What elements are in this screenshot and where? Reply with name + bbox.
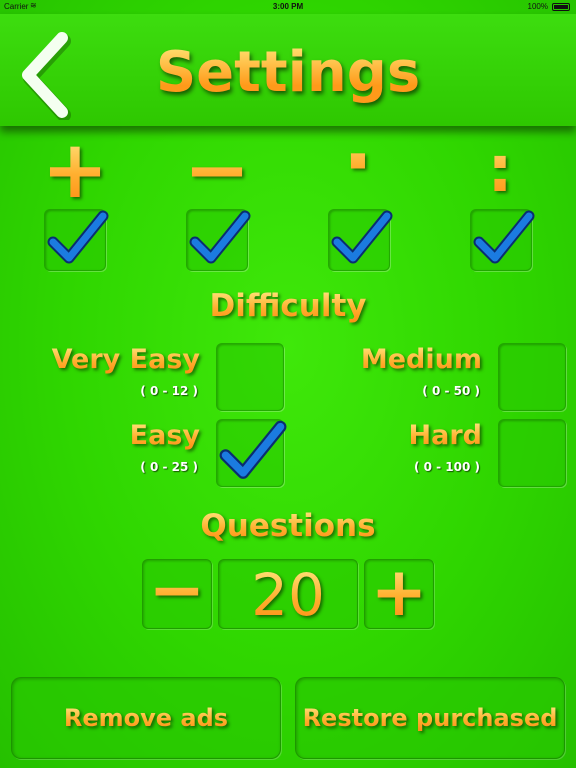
subtraction-checkbox[interactable] — [186, 209, 251, 271]
easy-checkbox[interactable] — [216, 419, 287, 487]
difficulty-easy-range: ( 0 - 25 ) — [140, 460, 198, 474]
checkmark-icon — [331, 210, 393, 264]
checkmark-icon — [189, 210, 251, 264]
multiply-symbol: · — [318, 122, 398, 202]
restore-purchased-button[interactable]: Restore purchased — [295, 677, 565, 759]
difficulty-easy-label: Easy — [60, 420, 200, 451]
difficulty-medium-range: ( 0 - 50 ) — [422, 384, 480, 398]
header-bar: Settings — [0, 14, 576, 126]
checkmark-icon — [473, 210, 535, 264]
restore-purchased-label: Restore purchased — [296, 704, 564, 732]
difficulty-hard-label: Hard — [340, 420, 482, 451]
plus-symbol: + — [35, 130, 115, 210]
addition-checkbox[interactable] — [44, 209, 109, 271]
plus-icon: + — [365, 558, 433, 628]
very-easy-checkbox[interactable] — [216, 343, 284, 411]
minus-symbol: − — [177, 130, 257, 210]
difficulty-medium-label: Medium — [300, 344, 482, 375]
decrease-questions-button[interactable]: − — [142, 556, 212, 629]
battery-percent: 100% — [527, 2, 548, 11]
checkmark-icon — [47, 210, 109, 264]
difficulty-very-easy-label: Very Easy — [20, 344, 200, 375]
increase-questions-button[interactable]: + — [364, 558, 434, 629]
difficulty-very-easy-range: ( 0 - 12 ) — [140, 384, 198, 398]
questions-count: 20 — [219, 562, 357, 628]
remove-ads-label: Remove ads — [12, 704, 280, 732]
divide-symbol: : — [460, 130, 540, 210]
difficulty-heading: Difficulty — [0, 288, 576, 324]
clock: 3:00 PM — [272, 2, 304, 11]
page-title: Settings — [0, 40, 576, 105]
difficulty-hard-range: ( 0 - 100 ) — [413, 460, 480, 474]
multiplication-checkbox[interactable] — [328, 209, 393, 271]
division-checkbox[interactable] — [470, 209, 535, 271]
hard-checkbox[interactable] — [498, 419, 566, 487]
checkmark-icon — [219, 420, 287, 479]
minus-icon: − — [143, 556, 211, 626]
questions-count-box: 20 — [218, 559, 358, 629]
questions-heading: Questions — [0, 508, 576, 544]
battery-icon — [552, 3, 570, 11]
medium-checkbox[interactable] — [498, 343, 566, 411]
remove-ads-button[interactable]: Remove ads — [11, 677, 281, 759]
status-bar: Carrier ≋ 3:00 PM 100% — [0, 0, 576, 14]
